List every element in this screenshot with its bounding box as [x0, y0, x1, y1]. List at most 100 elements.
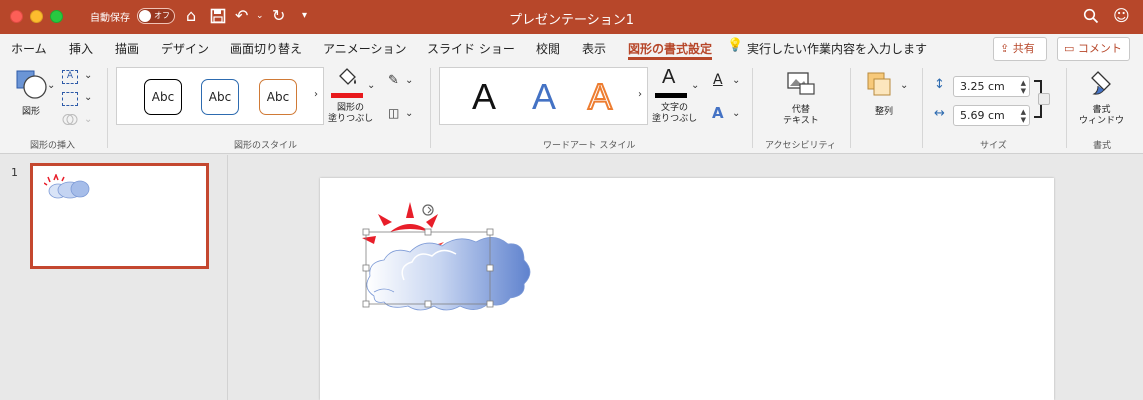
edit-shape-chevron-icon[interactable]: ⌄: [84, 92, 92, 103]
text-effects-icon[interactable]: A: [712, 104, 724, 122]
text-box-icon[interactable]: A: [62, 70, 78, 84]
text-fill-label: 文字の 塗りつぶし: [652, 103, 698, 124]
cloud-sun-shape[interactable]: [354, 196, 574, 336]
share-button[interactable]: ⇪ 共有: [993, 37, 1047, 61]
wordart-gallery: A A A ›: [439, 67, 648, 125]
fill-color-swatch: [331, 93, 363, 98]
insert-shapes-group-label: 図形の挿入: [30, 141, 76, 151]
tab-transitions[interactable]: 画面切り替え: [230, 40, 302, 57]
shape-fill-button[interactable]: 図形の 塗りつぶし: [328, 66, 384, 130]
active-tab-indicator: [628, 57, 712, 60]
ribbon-divider: [107, 68, 108, 148]
edit-shape-icon[interactable]: [62, 92, 78, 106]
cloud-icon: [366, 237, 531, 311]
arrange-icon: [867, 72, 891, 96]
size-group-label: サイズ: [980, 141, 1007, 151]
shape-width-value: 5.69 cm: [960, 109, 1005, 122]
wordart-group-label: ワードアート スタイル: [543, 141, 636, 151]
slide-number: 1: [11, 166, 18, 179]
shape-fill-chevron-icon[interactable]: ⌄: [367, 80, 375, 91]
ribbon-divider: [922, 68, 923, 148]
tab-review[interactable]: 校閲: [536, 40, 560, 57]
ribbon-divider: [850, 68, 851, 148]
shape-effects-eraser-icon[interactable]: ◫: [388, 106, 399, 120]
shape-styles-gallery: Abc Abc Abc ›: [116, 67, 324, 125]
tell-me-search[interactable]: 実行したい作業内容を入力します: [747, 40, 927, 57]
lock-aspect-checkbox[interactable]: [1038, 93, 1050, 105]
wordart-style-orange-outline[interactable]: A: [587, 75, 613, 119]
comments-button[interactable]: ▭ コメント: [1057, 37, 1130, 61]
text-box-chevron-icon[interactable]: ⌄: [84, 70, 92, 81]
search-icon[interactable]: [1083, 6, 1099, 29]
comments-label: コメント: [1077, 42, 1122, 55]
format-pane-brush-icon: [1091, 71, 1111, 95]
text-fill-color-swatch: [655, 93, 687, 98]
format-pane-label: 書式 ウィンドウ: [1079, 105, 1125, 126]
tab-slideshow[interactable]: スライド ショー: [427, 40, 515, 57]
ribbon-divider: [752, 68, 753, 148]
wordart-style-black[interactable]: A: [472, 75, 496, 119]
feedback-smiley-icon[interactable]: ☺: [1113, 6, 1130, 26]
comment-icon: ▭: [1064, 42, 1075, 55]
shape-effects-chevron-icon[interactable]: ⌄: [405, 108, 413, 119]
tab-animations[interactable]: アニメーション: [323, 40, 407, 57]
shape-width-input[interactable]: 5.69 cm ▲ ▼: [953, 105, 1030, 126]
slide-thumbnail[interactable]: [30, 163, 209, 269]
text-outline-chevron-icon[interactable]: ⌄: [732, 75, 740, 86]
title-bar: 自動保存 オフ ⌂ ↶ ⌄ ↻ ▾ プレゼンテーション1 ☺: [0, 0, 1143, 34]
lightbulb-icon: 💡: [727, 38, 744, 53]
text-fill-button[interactable]: A 文字の 塗りつぶし: [652, 66, 702, 130]
slide-canvas[interactable]: [320, 178, 1054, 400]
ribbon-divider: [430, 68, 431, 148]
format-group-label: 書式: [1093, 141, 1112, 151]
accessibility-group-label: アクセシビリティ: [765, 141, 837, 151]
paint-bucket-icon: [339, 68, 356, 85]
arrange-label: 整列: [875, 107, 894, 117]
shape-style-orange[interactable]: Abc: [259, 79, 297, 115]
shape-style-blue[interactable]: Abc: [201, 79, 239, 115]
share-icon: ⇪: [1000, 42, 1010, 55]
text-fill-chevron-icon[interactable]: ⌄: [691, 80, 699, 91]
shapes-icon: [16, 70, 47, 99]
arrange-button[interactable]: 整列: [862, 68, 908, 120]
shape-height-input[interactable]: 3.25 cm ▲ ▼: [953, 76, 1030, 97]
share-label: 共有: [1012, 42, 1035, 55]
tab-design[interactable]: デザイン: [161, 40, 209, 57]
shape-outline-pen-icon[interactable]: ✎: [388, 73, 399, 88]
tab-shape-format[interactable]: 図形の書式設定: [628, 40, 712, 57]
shape-outline-chevron-icon[interactable]: ⌄: [405, 75, 413, 86]
tab-insert[interactable]: 挿入: [69, 40, 93, 57]
tab-draw[interactable]: 描画: [115, 40, 139, 57]
text-fill-a-icon: A: [662, 66, 676, 88]
tab-home[interactable]: ホーム: [11, 40, 47, 57]
document-title: プレゼンテーション1: [508, 13, 634, 28]
shape-width-icon: ↔: [934, 106, 945, 121]
wordart-style-blue[interactable]: A: [532, 75, 556, 119]
shapes-button[interactable]: 図形: [12, 68, 56, 120]
height-spinner[interactable]: ▲ ▼: [1021, 79, 1026, 95]
tab-view[interactable]: 表示: [582, 40, 606, 57]
shape-style-black[interactable]: Abc: [144, 79, 182, 115]
format-pane-button[interactable]: 書式 ウィンドウ: [1074, 68, 1130, 130]
shape-styles-group-label: 図形のスタイル: [234, 141, 298, 151]
ribbon-divider: [1066, 68, 1067, 148]
width-spinner[interactable]: ▲ ▼: [1021, 108, 1026, 124]
arrange-chevron-icon[interactable]: ⌄: [900, 80, 908, 91]
shapes-label: 図形: [22, 107, 41, 117]
thumbnail-cloud-sun-icon: [44, 174, 90, 199]
alt-text-icon: [787, 72, 815, 95]
shape-height-value: 3.25 cm: [960, 80, 1005, 93]
shapes-dropdown-chevron-icon[interactable]: ⌄: [47, 80, 55, 91]
merge-shapes-chevron-icon: ⌄: [84, 114, 93, 125]
shape-fill-label: 図形の 塗りつぶし: [328, 103, 374, 124]
text-outline-icon[interactable]: A: [713, 72, 723, 88]
alt-text-label: 代替 テキスト: [783, 105, 819, 126]
text-effects-chevron-icon[interactable]: ⌄: [732, 108, 740, 119]
shape-styles-more-icon[interactable]: ›: [314, 89, 318, 100]
wordart-more-icon[interactable]: ›: [638, 89, 642, 100]
shape-height-icon: ↕: [934, 77, 945, 92]
merge-shapes-icon: [62, 113, 78, 126]
menu-tab-bar: ホーム 挿入 描画 デザイン 画面切り替え アニメーション スライド ショー 校…: [0, 34, 1143, 62]
alt-text-button[interactable]: 代替 テキスト: [773, 68, 829, 130]
rotate-handle-icon[interactable]: [422, 204, 434, 216]
